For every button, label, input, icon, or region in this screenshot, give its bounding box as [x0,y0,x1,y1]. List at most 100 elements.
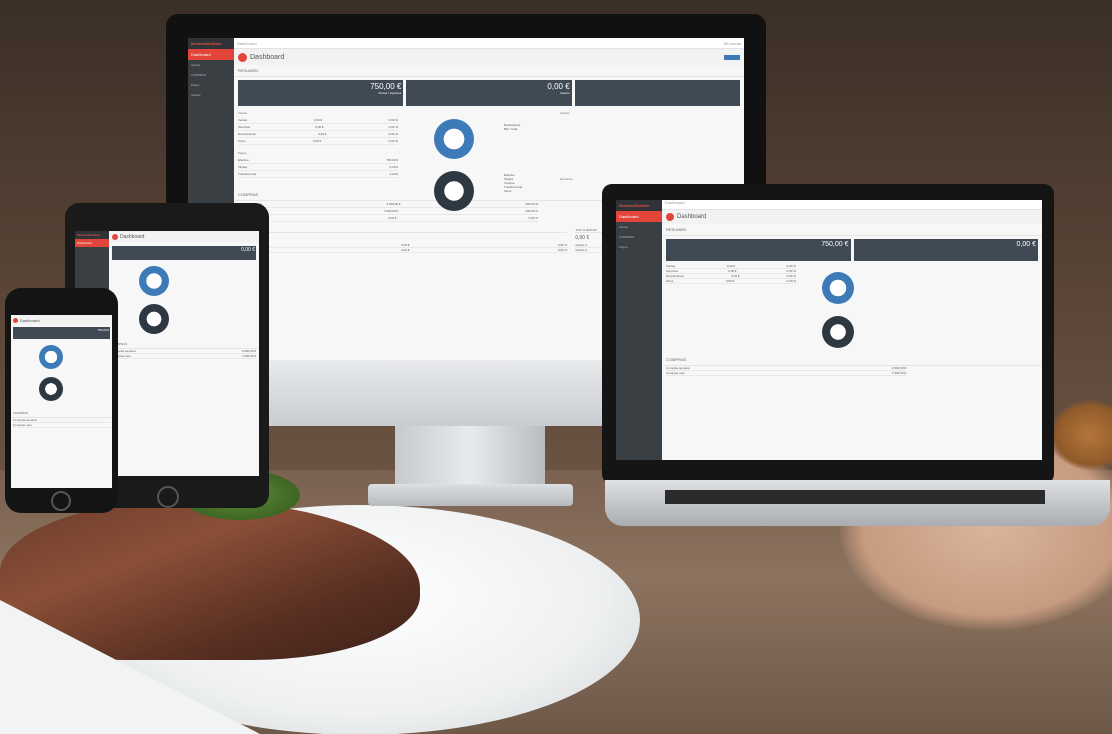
table-row: Compras mes 7.000,00 € [112,354,256,359]
sales-donut-chart [139,266,169,296]
purchases-table: Compras semana2.500,00 €100,00 % Compras… [234,201,542,222]
section-summary: RESUMEN [662,224,1042,236]
sidebar-item-payments[interactable]: Pagos [188,80,234,90]
title-bar: Dashboard [234,49,744,65]
payments-donut-chart [139,304,169,334]
dashboard-icon [13,317,18,323]
sidebar-item-dashboard[interactable]: Dashboard [188,49,234,60]
expenses-column: Gastos Evolución [560,109,740,183]
phone: Dashboard 750,00 € COMPRAS Compras seman… [5,288,118,513]
brand-logo: MonteraGestión [616,200,662,211]
sales-table: Ventas Ventas 0,00 €0,00 % Servicios 0,00 … [238,109,398,183]
title-bar: Dashboard [11,315,112,325]
sales-donut-chart [822,272,854,304]
page-title: Dashboard [250,53,285,61]
stats-row: 750,00 € Ventas / Ingresos 0,00 € Gastos [234,77,744,109]
purchases-table: Compras semana 2.500,00 € Compras mes 7.00… [662,366,910,376]
corner-shape [0,600,260,734]
table-row: Compras mes [13,423,110,428]
table-row: Servicios 0,00 €0,00 % [238,125,398,131]
section-purchases: COMPRAS [662,354,1042,366]
top-products-panel: TOP PRODUCTOS 0,00 € Producto 10,00 €0,0… [238,228,568,253]
sidebar-item-sales[interactable]: Ventas [616,222,662,232]
table-row: Compras mes7.000,00 €100,00 % [238,208,538,215]
sidebar-item-dashboard[interactable]: Dashboard [616,211,662,222]
table-row: Compras mes 7.000,00 € [666,371,906,376]
payments-table-title: Pagos [238,151,247,155]
dashboard-app: Dashboard 750,00 € COMPRAS Compras seman… [11,315,112,488]
table-row: Ventas 0,00 €0,00 % [238,118,398,124]
evolution-title: Evolución [560,177,574,181]
main-area: Dashboard 0,00 € COMPRAS Compras semana 2… [109,231,259,476]
monitor-stand [395,426,545,486]
sidebar-item-purchases[interactable]: COMPRAS [616,232,662,242]
sales-table: Ventas 0,00 €0,00 % Servicios 0,00 €0,00 %… [666,264,796,354]
table-row: Otros 0,00 €0,00 % [666,279,796,284]
home-button[interactable] [51,491,71,511]
sales-donut-chart [39,345,63,369]
brand-logo: MonteraGestión [188,38,234,49]
stat-sales-value: 750,00 € [13,327,110,339]
section-purchases: COMPRAS [11,409,112,418]
brand-logo: MonteraGestión [75,231,109,239]
title-bar: Dashboard [109,231,259,243]
monitor-base [368,484,573,506]
table-row: Otros 0,00 €0,00 % [238,139,398,145]
view-toggle[interactable] [724,54,740,60]
stats-row: 750,00 € 0,00 € [662,236,1042,264]
stat-sales: 750,00 € [666,239,851,261]
stat-expenses: 0,00 € [853,239,1038,261]
laptop: MonteraGestión Dashboard Ventas COMPRAS … [602,184,1054,484]
table-row: Compras año0,00 €0,00 % [238,215,538,222]
main-area: Dashboard Dashboard RESUMEN 750,00 € 0,0… [662,200,1042,460]
sidebar-item-purchases[interactable]: COMPRAS [188,70,234,80]
sidebar-item-payments[interactable]: Pagos [616,242,662,252]
summary-content: Ventas Ventas 0,00 €0,00 % Servicios 0,00 … [234,109,744,211]
topbar: Dashboard Mi cuenta [234,38,744,49]
home-button[interactable] [157,486,179,508]
dashboard-icon [112,234,118,240]
table-row: Transferencia 0,00 € [238,172,398,178]
legend-item: Otros [504,189,512,193]
laptop-screen: MonteraGestión Dashboard Ventas COMPRAS … [616,200,1042,460]
purchases-table: Compras semana 2.500,00 € Compras mes 7.00… [109,349,259,359]
summary-content: Ventas 0,00 €0,00 % Servicios 0,00 €0,00 %… [662,264,1042,354]
payments-donut-chart [434,171,474,211]
payments-donut-chart [822,316,854,348]
stat-expenses: 0,00 € Gastos [406,80,572,106]
section-purchases: COMPRAS [109,340,259,349]
stat-extra [574,80,740,106]
payments-donut-chart [39,377,63,401]
stat-sales: 750,00 € Ventas / Ingresos [238,80,404,106]
table-row: Compras semana2.500,00 €100,00 % [238,201,538,208]
dashboard-icon [666,213,674,221]
sidebar: MonteraGestión Dashboard Ventas COMPRAS … [616,200,662,460]
title-bar: Dashboard [662,210,1042,224]
table-row: Producto 20,00 €0,00 % [238,248,568,253]
sidebar-item-expenses[interactable]: Gastos [188,90,234,100]
sales-legend: Restaurante Bar / Café [504,123,520,131]
stat-sales-value: 750,00 € [370,82,402,91]
table-row: Efectivo 750,00 € [238,158,398,164]
charts-column [802,264,922,354]
hero-scene: MonteraGestión Dashboard Ventas COMPRAS … [0,0,1112,734]
sidebar-item-sales[interactable]: Ventas [188,60,234,70]
stat-sales-value: 750,00 € [821,241,849,248]
sidebar-item-dashboard[interactable]: Dashboard [75,239,109,247]
legend-item: Bar / Café [504,127,518,131]
breadcrumb: Dashboard [662,200,1042,210]
section-summary: RESUMEN [234,65,744,77]
dashboard-app: MonteraGestión Dashboard Ventas COMPRAS … [616,200,1042,460]
table-row: Devoluciones 0,00 €0,00 % [238,132,398,138]
phone-screen: Dashboard 750,00 € COMPRAS Compras seman… [11,315,112,488]
laptop-keyboard [665,490,1045,504]
purchases-table: Compras semana Compras mes [11,418,112,428]
dashboard-icon [238,52,247,62]
page-title: Dashboard [677,214,707,220]
page-title: Dashboard [20,317,40,323]
stat-expenses-value: 0,00 € [547,82,570,91]
account-link[interactable]: Mi cuenta [724,41,741,46]
stat-expenses-label: Gastos [560,91,570,95]
payments-legend: Efectivo Tarjeta Cheque Transferencia Ot… [504,173,522,193]
stat-sales-label: Ventas / Ingresos [378,91,402,95]
